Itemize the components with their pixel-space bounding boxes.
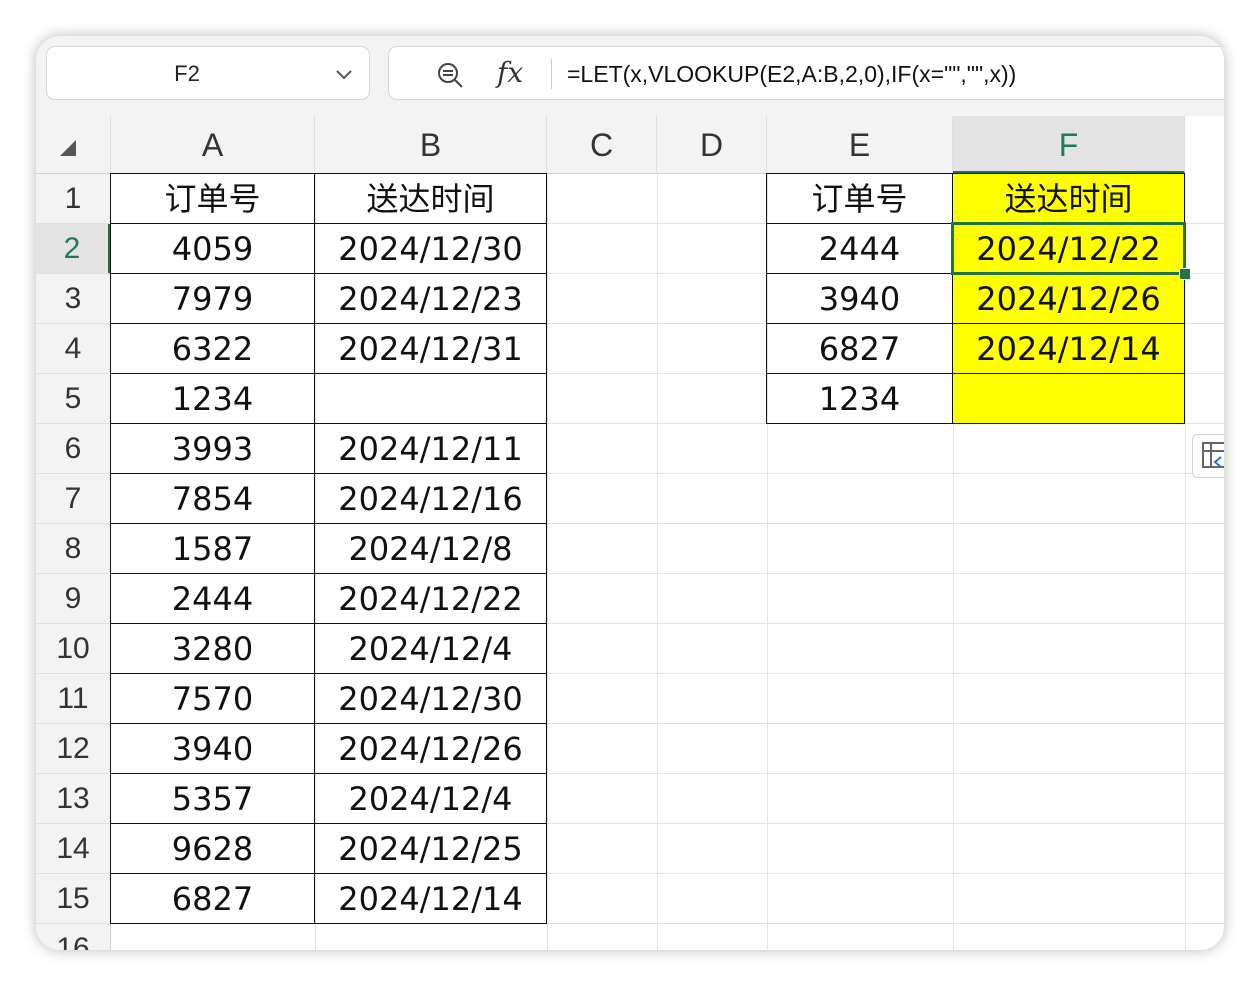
lookup-order-cell[interactable]: 1234 — [766, 373, 953, 424]
lookup-result-cell[interactable]: 2024/12/14 — [952, 323, 1185, 374]
delivery-time-cell[interactable]: 2024/12/30 — [314, 223, 547, 274]
column-header-c[interactable]: C — [547, 116, 657, 174]
row-header-8[interactable]: 8 — [36, 524, 111, 574]
lookup-header-cell[interactable]: 送达时间 — [952, 173, 1185, 224]
zoom-out-icon[interactable] — [435, 61, 465, 89]
lookup-order-cell[interactable]: 2444 — [766, 223, 953, 274]
column-header-f[interactable]: F — [953, 116, 1185, 174]
row-header-9[interactable]: 9 — [36, 574, 111, 624]
row-header-4[interactable]: 4 — [36, 324, 111, 374]
delivery-time-cell[interactable]: 2024/12/16 — [314, 473, 547, 524]
quick-analysis-icon — [1202, 442, 1224, 468]
delivery-time-cell[interactable]: 2024/12/30 — [314, 673, 547, 724]
order-number-cell[interactable]: 3993 — [110, 423, 315, 474]
select-all-corner[interactable] — [36, 116, 111, 174]
lookup-order-cell[interactable]: 6827 — [766, 323, 953, 374]
name-box-value[interactable]: F2 — [47, 47, 327, 101]
lookup-order-cell[interactable]: 3940 — [766, 273, 953, 324]
row-header-16[interactable]: 16 — [36, 924, 111, 950]
row-header-13[interactable]: 13 — [36, 774, 111, 824]
delivery-time-cell[interactable]: 2024/12/22 — [314, 573, 547, 624]
column-header-d[interactable]: D — [657, 116, 767, 174]
column-header-e[interactable]: E — [767, 116, 953, 174]
order-number-cell[interactable]: 6322 — [110, 323, 315, 374]
order-number-cell[interactable]: 5357 — [110, 773, 315, 824]
delivery-time-cell[interactable]: 2024/12/4 — [314, 623, 547, 674]
grid-column-line — [657, 174, 658, 950]
lookup-header-cell[interactable]: 订单号 — [766, 173, 953, 224]
spreadsheet-window: F2 fx =LET(x,VLOOKUP(E2,A:B,2,0),IF(x=""… — [36, 36, 1224, 950]
row-header-1[interactable]: 1 — [36, 174, 111, 224]
order-number-cell[interactable]: 6827 — [110, 873, 315, 924]
row-header-2[interactable]: 2 — [36, 224, 111, 274]
row-header-3[interactable]: 3 — [36, 274, 111, 324]
order-number-cell[interactable]: 3940 — [110, 723, 315, 774]
quick-analysis-button[interactable] — [1192, 434, 1224, 478]
row-header-6[interactable]: 6 — [36, 424, 111, 474]
sheet-grid[interactable]: A B C D E F 1 2 3 4 5 6 7 8 9 10 11 12 13 14 15 16 订单号 送达时间 4059… — [36, 116, 1224, 950]
row-header-11[interactable]: 11 — [36, 674, 111, 724]
delivery-time-cell[interactable]: 2024/12/25 — [314, 823, 547, 874]
function-icon[interactable]: fx — [497, 53, 523, 93]
order-number-cell[interactable]: 7570 — [110, 673, 315, 724]
left-header-cell[interactable]: 送达时间 — [314, 173, 547, 224]
order-number-cell[interactable]: 7854 — [110, 473, 315, 524]
delivery-time-cell[interactable]: 2024/12/31 — [314, 323, 547, 374]
lookup-result-cell[interactable] — [952, 373, 1185, 424]
formula-bar-divider — [551, 59, 552, 89]
column-header-a[interactable]: A — [111, 116, 315, 174]
row-header-12[interactable]: 12 — [36, 724, 111, 774]
grid-column-line — [1185, 174, 1186, 950]
order-number-cell[interactable]: 9628 — [110, 823, 315, 874]
order-number-cell[interactable]: 1234 — [110, 373, 315, 424]
grid-column-line — [547, 174, 548, 950]
row-header-14[interactable]: 14 — [36, 824, 111, 874]
order-number-cell[interactable]: 1587 — [110, 523, 315, 574]
chevron-down-icon[interactable] — [333, 63, 355, 85]
row-header-7[interactable]: 7 — [36, 474, 111, 524]
delivery-time-cell[interactable]: 2024/12/8 — [314, 523, 547, 574]
row-header-10[interactable]: 10 — [36, 624, 111, 674]
row-header-5[interactable]: 5 — [36, 374, 111, 424]
formula-bar: fx =LET(x,VLOOKUP(E2,A:B,2,0),IF(x="",""… — [388, 46, 1224, 100]
order-number-cell[interactable]: 7979 — [110, 273, 315, 324]
active-cell-selection — [951, 222, 1186, 275]
delivery-time-cell[interactable]: 2024/12/23 — [314, 273, 547, 324]
fill-handle[interactable] — [1179, 268, 1191, 280]
formula-input[interactable]: =LET(x,VLOOKUP(E2,A:B,2,0),IF(x="","",x)… — [567, 47, 1016, 101]
name-box[interactable]: F2 — [46, 46, 370, 100]
delivery-time-cell[interactable] — [314, 373, 547, 424]
order-number-cell[interactable]: 4059 — [110, 223, 315, 274]
row-header-15[interactable]: 15 — [36, 874, 111, 924]
delivery-time-cell[interactable]: 2024/12/4 — [314, 773, 547, 824]
delivery-time-cell[interactable]: 2024/12/11 — [314, 423, 547, 474]
order-number-cell[interactable]: 3280 — [110, 623, 315, 674]
select-all-icon — [60, 140, 76, 156]
lookup-result-cell[interactable]: 2024/12/26 — [952, 273, 1185, 324]
left-header-cell[interactable]: 订单号 — [110, 173, 315, 224]
delivery-time-cell[interactable]: 2024/12/26 — [314, 723, 547, 774]
delivery-time-cell[interactable]: 2024/12/14 — [314, 873, 547, 924]
column-header-b[interactable]: B — [315, 116, 547, 174]
order-number-cell[interactable]: 2444 — [110, 573, 315, 624]
